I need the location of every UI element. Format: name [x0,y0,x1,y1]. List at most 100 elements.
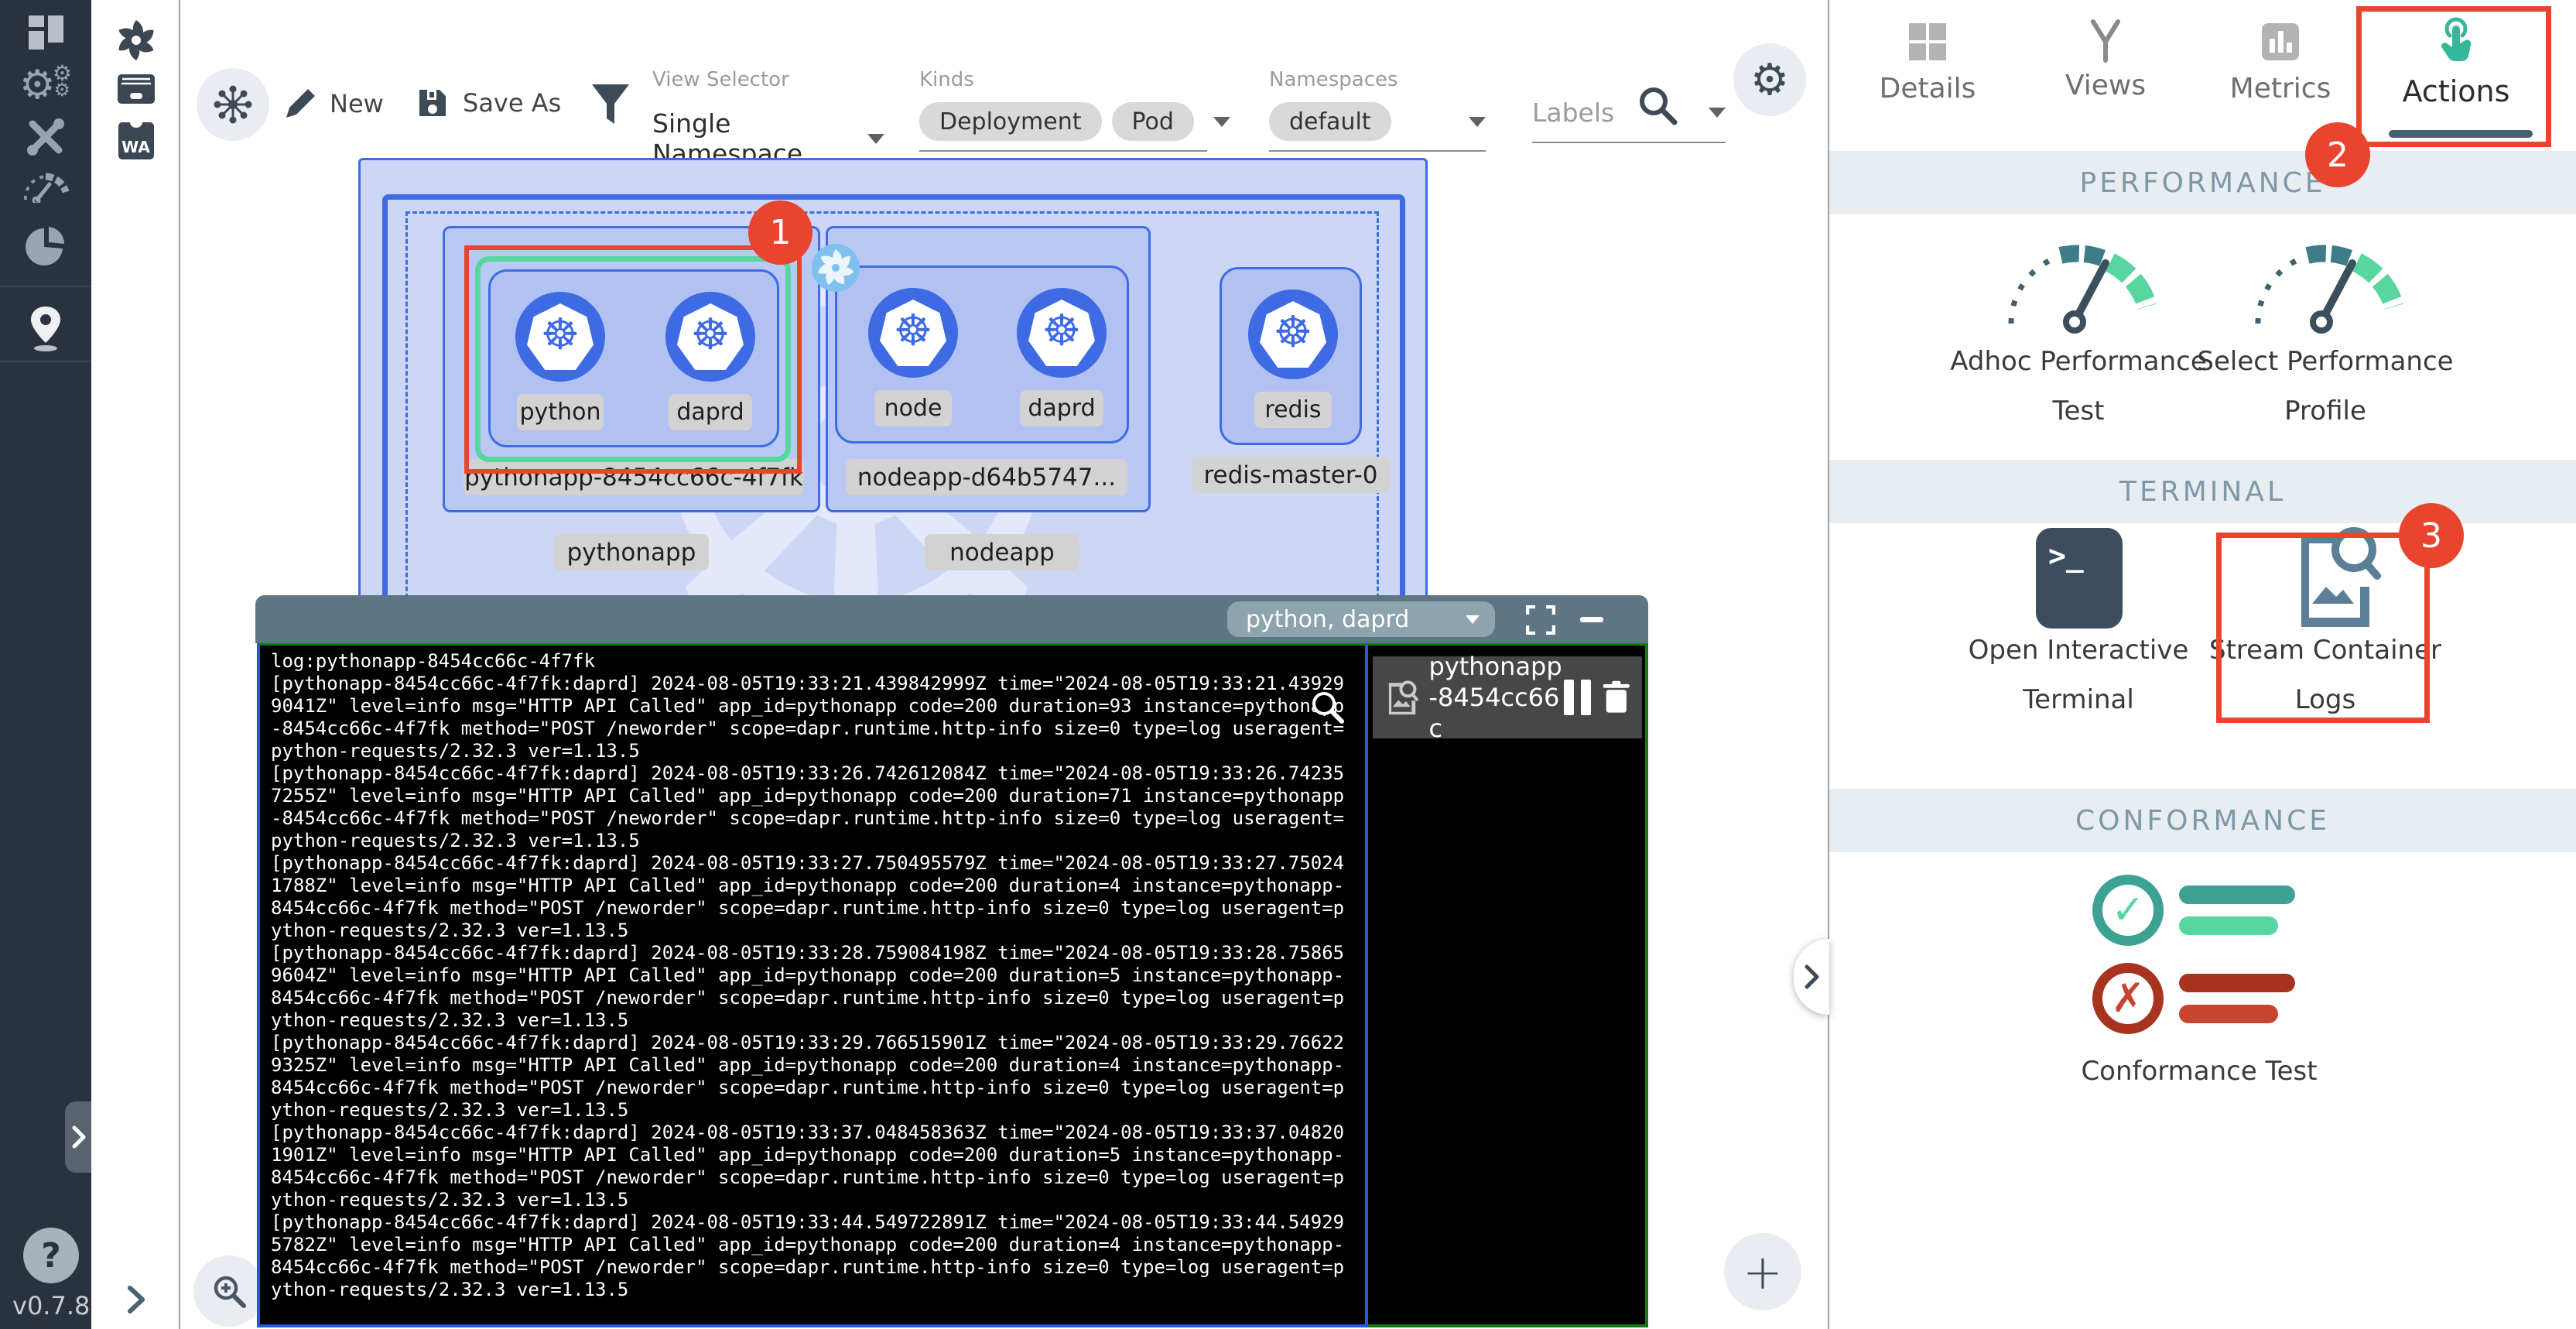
tools-icon[interactable] [0,116,91,158]
primary-sidebar: ⚙ ⚙ ⚙ [0,0,91,1329]
kinds-select[interactable]: Kinds Deployment Pod [919,68,1207,152]
log-output-pane[interactable]: log:pythonapp-8454cc66c-4f7fk [pythonapp… [257,643,1368,1327]
wa-label: WA [121,138,150,156]
tab-details[interactable]: Details [1846,0,2009,147]
kubernetes-icon: ☸ [1028,300,1095,366]
settings-gear-button[interactable]: ⚙ [1733,43,1806,116]
tab-label: Metrics [2230,73,2331,104]
pod-name-chip: nodeapp-d64b5747... [846,459,1127,495]
chevron-down-icon [867,134,884,144]
stream-tab-label: pythonapp-8454cc66c [1429,651,1565,744]
log-line: [pythonapp-8454cc66c-4f7fk:daprd] 2024-0… [271,762,1354,852]
action-label[interactable]: Conformance Test [2052,1046,2346,1096]
terminal-header[interactable]: python, daprd [255,595,1648,643]
deployment-nodeapp[interactable]: ☸ ☸ node daprd nodeapp-d64b5747... [826,226,1151,512]
adhoc-performance-test-action[interactable] [1997,232,2160,340]
namespace-chip[interactable]: default [1269,102,1391,141]
tab-views[interactable]: Views [2024,0,2187,147]
conformance-pass-icon: ✓ [2092,875,2295,946]
container-label: redis [1254,392,1332,428]
log-line: [pythonapp-8454cc66c-4f7fk:daprd] 2024-0… [271,1211,1354,1301]
location-pin-icon[interactable] [0,305,91,353]
save-as-label: Save As [463,88,561,118]
sidebar-expand-tab[interactable] [65,1101,93,1173]
gauge-icon [2244,232,2407,337]
pod-name-chip: redis-master-0 [1192,457,1390,493]
container-label: node [874,390,952,426]
interactive-terminal-icon[interactable]: >_ [2036,528,2123,629]
log-line: log:pythonapp-8454cc66c-4f7fk [271,650,1354,673]
chevron-down-icon [1469,117,1486,127]
settings-gears-icon[interactable]: ⚙ ⚙ ⚙ [0,67,91,110]
delete-stream-icon[interactable] [1602,677,1631,718]
log-stream-tab[interactable]: pythonapp-8454cc66c [1373,656,1642,738]
container-daprd[interactable]: ☸ [1017,288,1107,378]
pause-stream-button[interactable] [1564,680,1591,715]
secondary-sidebar: WA [91,0,180,1329]
graph-layout-button[interactable] [197,68,269,141]
labels-placeholder: Labels [1532,98,1614,128]
gauge-icon [1997,232,2160,337]
add-button[interactable]: + [1724,1233,1801,1310]
save-as-button[interactable]: Save As [416,87,561,119]
annotation-red-box-2 [2356,6,2551,147]
container-redis[interactable]: ☸ [1248,289,1338,379]
section-terminal-header: TERMINAL [1829,460,2576,523]
log-line: [pythonapp-8454cc66c-4f7fk:daprd] 2024-0… [271,1122,1354,1211]
annotation-badge-1: 1 [748,200,812,265]
kinds-label: Kinds [919,68,1207,91]
container-select[interactable]: python, daprd [1227,601,1495,637]
network-graph-icon [214,85,252,124]
section-performance-header: PERFORMANCE [1829,151,2576,214]
namespaces-select[interactable]: Namespaces default [1269,68,1486,152]
new-button[interactable]: New [283,87,384,121]
kind-chip[interactable]: Pod [1112,102,1194,141]
chevron-right-icon [1803,964,1820,990]
log-line: [pythonapp-8454cc66c-4f7fk:daprd] 2024-0… [271,852,1354,942]
kind-chip[interactable]: Deployment [919,102,1102,141]
container-label: daprd [1020,390,1103,426]
dapr-logo-icon[interactable] [91,19,180,62]
container-node[interactable]: ☸ [868,288,958,378]
views-fork-icon [2085,19,2126,63]
filter-funnel-icon[interactable] [591,84,630,125]
chevron-down-icon [1709,108,1726,118]
archive-box-icon[interactable] [91,73,180,105]
rail-expand-chevron-icon[interactable] [91,1285,180,1314]
select-performance-profile-action[interactable] [2244,232,2407,340]
pod-redis[interactable]: ☸ redis [1220,267,1362,445]
sidebar-divider [0,286,91,287]
section-conformance-header: CONFORMANCE [1829,789,2576,852]
performance-gauge-icon[interactable] [0,170,91,203]
kubernetes-icon: ☸ [880,300,946,366]
new-label: New [330,89,384,118]
action-label[interactable]: Select Performance Profile [2178,337,2472,436]
minimize-icon[interactable] [1580,617,1603,622]
container-select-value: python, daprd [1246,606,1409,633]
conformance-fail-icon: ✗ [2092,963,2295,1034]
log-streams-pane: pythonapp-8454cc66c [1368,643,1648,1327]
save-icon [416,87,449,119]
panel-collapse-tab[interactable] [1794,939,1829,1015]
app-window: ⚙ ⚙ ⚙ [0,0,2576,1329]
conformance-test-action[interactable]: ✓ ✗ [2092,875,2295,1034]
kubernetes-icon: ☸ [1260,301,1326,368]
pie-chart-icon[interactable] [0,226,91,268]
namespaces-label: Namespaces [1269,68,1486,91]
pencil-icon [283,87,317,121]
fullscreen-icon[interactable] [1526,605,1555,635]
stream-logs-icon [1385,673,1418,721]
webassembly-icon[interactable]: WA [91,122,180,159]
dashboard-grid-icon[interactable] [0,15,91,50]
annotation-badge-3: 3 [2399,503,2464,568]
tab-label: Details [1880,73,1976,104]
pod-nodeapp[interactable]: ☸ ☸ node daprd [835,265,1129,444]
zoom-in-button[interactable] [193,1255,265,1327]
annotation-badge-2: 2 [2305,122,2370,187]
labels-select[interactable]: Labels [1532,98,1726,143]
help-button[interactable]: ? [23,1228,79,1283]
tab-label: Views [2065,70,2146,101]
log-line: [pythonapp-8454cc66c-4f7fk:daprd] 2024-0… [271,942,1354,1032]
log-search-icon[interactable] [1309,689,1345,724]
search-icon[interactable] [1636,84,1679,127]
